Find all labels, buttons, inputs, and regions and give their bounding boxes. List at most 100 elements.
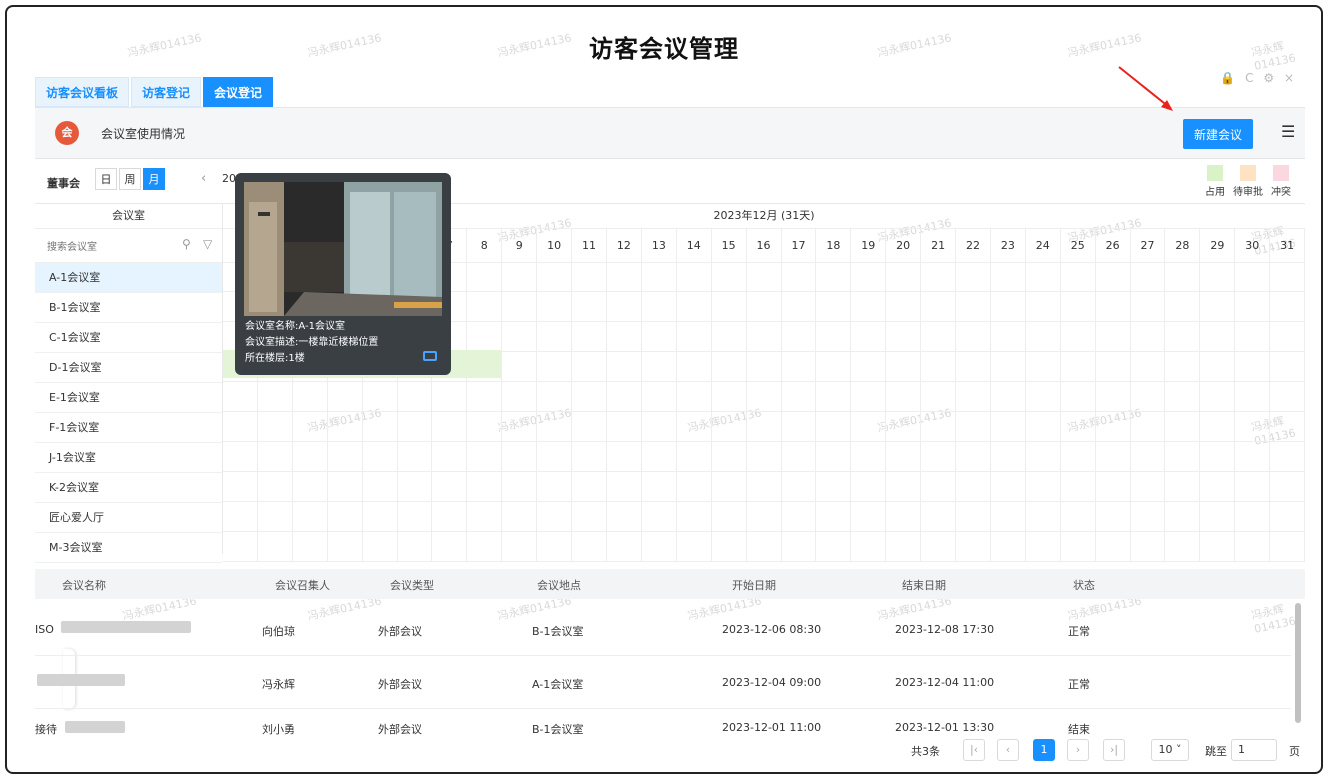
calendar-cell[interactable]	[1165, 502, 1201, 531]
calendar-cell[interactable]	[1235, 322, 1271, 351]
calendar-cell[interactable]	[258, 412, 293, 441]
table-row[interactable]: 冯永辉 外部会议 A-1会议室 2023-12-04 09:00 2023-12…	[35, 656, 1291, 709]
calendar-cell[interactable]	[467, 472, 503, 501]
room-row[interactable]: D-1会议室	[35, 353, 222, 383]
chevron-left-icon[interactable]: ‹	[201, 171, 206, 186]
calendar-cell[interactable]	[1165, 532, 1201, 561]
calendar-cell[interactable]	[1165, 472, 1201, 501]
calendar-cell[interactable]	[712, 352, 747, 381]
calendar-cell[interactable]	[1096, 352, 1131, 381]
calendar-cell[interactable]	[991, 532, 1026, 561]
calendar-cell[interactable]	[398, 412, 433, 441]
calendar-cell[interactable]	[642, 442, 677, 471]
calendar-cell[interactable]	[537, 532, 573, 561]
calendar-cell[interactable]	[677, 322, 712, 351]
col-end-date[interactable]: 结束日期	[902, 577, 946, 593]
calendar-cell[interactable]	[991, 262, 1026, 291]
calendar-cell[interactable]	[1200, 352, 1236, 381]
calendar-cell[interactable]	[1026, 352, 1061, 381]
new-meeting-button[interactable]: 新建会议	[1183, 119, 1253, 149]
room-row[interactable]: K-2会议室	[35, 473, 222, 503]
calendar-cell[interactable]	[921, 322, 957, 351]
calendar-cell[interactable]	[607, 472, 642, 501]
calendar-cell[interactable]	[677, 532, 712, 561]
calendar-cell[interactable]	[502, 352, 538, 381]
calendar-cell[interactable]	[642, 292, 677, 321]
calendar-cell[interactable]	[747, 472, 782, 501]
calendar-cell[interactable]	[921, 502, 957, 531]
calendar-cell[interactable]	[572, 412, 607, 441]
calendar-cell[interactable]	[1131, 382, 1166, 411]
calendar-cell[interactable]	[1270, 292, 1306, 321]
calendar-cell[interactable]	[258, 472, 293, 501]
calendar-cell[interactable]	[607, 502, 642, 531]
calendar-cell[interactable]	[432, 502, 468, 531]
calendar-cell[interactable]	[1235, 262, 1271, 291]
calendar-cell[interactable]	[572, 262, 607, 291]
list-menu-icon[interactable]: ☰	[1281, 122, 1295, 141]
calendar-cell[interactable]	[782, 292, 817, 321]
calendar-cell[interactable]	[467, 382, 503, 411]
calendar-cell[interactable]	[1096, 382, 1131, 411]
calendar-cell[interactable]	[816, 502, 852, 531]
monitor-icon[interactable]	[423, 351, 437, 361]
calendar-cell[interactable]	[537, 442, 573, 471]
calendar-cell[interactable]	[816, 442, 852, 471]
calendar-cell[interactable]	[1061, 502, 1096, 531]
calendar-cell[interactable]	[921, 262, 957, 291]
calendar-cell[interactable]	[642, 382, 677, 411]
room-search-input[interactable]	[45, 236, 189, 258]
calendar-cell[interactable]	[328, 382, 363, 411]
calendar-cell[interactable]	[816, 412, 852, 441]
calendar-cell[interactable]	[1165, 352, 1201, 381]
calendar-cell[interactable]	[1096, 502, 1131, 531]
calendar-cell[interactable]	[223, 382, 258, 411]
calendar-cell[interactable]	[712, 502, 747, 531]
calendar-cell[interactable]	[991, 382, 1026, 411]
calendar-cell[interactable]	[1026, 292, 1061, 321]
calendar-cell[interactable]	[467, 502, 503, 531]
room-row[interactable]: 匠心爱人厅	[35, 503, 222, 533]
calendar-cell[interactable]	[747, 382, 782, 411]
calendar-cell[interactable]	[328, 502, 363, 531]
calendar-cell[interactable]	[1235, 442, 1271, 471]
filter-icon[interactable]: ▽	[203, 237, 212, 251]
view-day-button[interactable]: 日	[95, 168, 117, 190]
room-row[interactable]: A-1会议室	[35, 263, 222, 293]
calendar-cell[interactable]	[747, 262, 782, 291]
calendar-cell[interactable]	[956, 532, 991, 561]
calendar-cell[interactable]	[1200, 292, 1236, 321]
calendar-cell[interactable]	[747, 502, 782, 531]
calendar-cell[interactable]	[677, 412, 712, 441]
calendar-cell[interactable]	[1131, 412, 1166, 441]
calendar-cell[interactable]	[1096, 442, 1131, 471]
calendar-cell[interactable]	[1235, 532, 1271, 561]
calendar-cell[interactable]	[642, 352, 677, 381]
room-row[interactable]: C-1会议室	[35, 323, 222, 353]
calendar-cell[interactable]	[1061, 382, 1096, 411]
calendar-cell[interactable]	[677, 262, 712, 291]
calendar-cell[interactable]	[712, 472, 747, 501]
calendar-cell[interactable]	[258, 382, 293, 411]
room-row[interactable]: J-1会议室	[35, 443, 222, 473]
calendar-cell[interactable]	[328, 472, 363, 501]
calendar-cell[interactable]	[816, 352, 852, 381]
calendar-cell[interactable]	[921, 472, 957, 501]
calendar-cell[interactable]	[223, 502, 258, 531]
calendar-cell[interactable]	[1165, 412, 1201, 441]
calendar-cell[interactable]	[747, 442, 782, 471]
calendar-cell[interactable]	[432, 532, 468, 561]
calendar-cell[interactable]	[921, 532, 957, 561]
calendar-cell[interactable]	[572, 322, 607, 351]
calendar-cell[interactable]	[1270, 382, 1306, 411]
calendar-cell[interactable]	[572, 442, 607, 471]
calendar-cell[interactable]	[467, 412, 503, 441]
calendar-cell[interactable]	[1096, 292, 1131, 321]
calendar-cell[interactable]	[1131, 502, 1166, 531]
calendar-cell[interactable]	[432, 442, 468, 471]
calendar-cell[interactable]	[1235, 472, 1271, 501]
calendar-cell[interactable]	[991, 472, 1026, 501]
calendar-cell[interactable]	[467, 262, 503, 291]
calendar-cell[interactable]	[886, 532, 922, 561]
calendar-cell[interactable]	[677, 352, 712, 381]
